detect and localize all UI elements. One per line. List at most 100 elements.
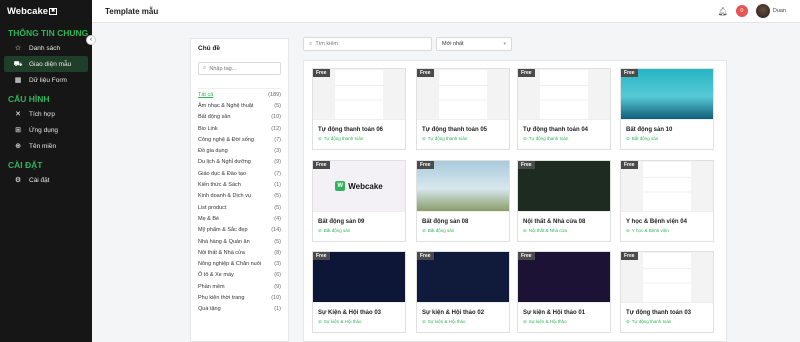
category-item[interactable]: Giáo dục & Đào tạo (7)	[198, 168, 281, 179]
collapse-sidebar-button[interactable]: ‹	[86, 35, 96, 45]
template-thumbnail[interactable]: Free	[417, 252, 509, 303]
template-card[interactable]: Free Y học & Bệnh viện 04 ⊘ Y học & Bệnh vi…	[620, 160, 714, 242]
template-thumbnail[interactable]: Free	[313, 252, 405, 303]
template-card[interactable]: Free Sự kiện & Hội thảo 01 ⊘ Sự kiện & Hội …	[517, 251, 611, 333]
sidebar-item-apps[interactable]: ⊞ Ứng dụng	[0, 122, 92, 138]
tag-search-input[interactable]	[209, 65, 281, 72]
template-search-input[interactable]	[315, 41, 416, 47]
template-tag[interactable]: ⊘ Bất động sản	[313, 225, 405, 234]
template-card[interactable]: Free Bất động sản 10 ⊘ Bất động sản	[620, 68, 714, 150]
notification-badge[interactable]: 0	[735, 5, 748, 17]
template-tag[interactable]: ⊘ Sự kiện & Hội thảo	[518, 316, 610, 325]
category-item[interactable]: Nông nghiệp & Chăn nuôi (3)	[198, 258, 281, 269]
category-item[interactable]: Nội thất & Nhà cửa (8)	[198, 247, 281, 258]
brand-logo[interactable]: Webcake ✖	[0, 0, 92, 22]
sidebar-item-globe[interactable]: ⊕ Tên miền	[0, 138, 92, 154]
template-tag[interactable]: ⊘ Y học & Bệnh viện	[621, 225, 713, 234]
tag-search-box[interactable]: ⌕	[198, 62, 281, 75]
user-menu[interactable]: Duan	[755, 4, 786, 18]
template-title: Tự động thanh toán 05	[422, 127, 488, 133]
sort-select[interactable]: Mới nhất ▾	[436, 37, 512, 51]
template-tag-label: Sự kiện & Hội thảo	[528, 319, 567, 324]
template-thumbnail[interactable]: Free	[313, 69, 405, 120]
category-item[interactable]: List product (5)	[198, 202, 281, 213]
template-thumbnail[interactable]: Free	[621, 252, 713, 303]
category-name: Tất cả	[198, 91, 214, 98]
template-tag[interactable]: ⊘ Tự động thanh toán	[313, 133, 405, 142]
template-thumbnail[interactable]: Free	[621, 161, 713, 212]
category-item[interactable]: Bất động sản (10)	[198, 112, 281, 123]
template-tag[interactable]: ⊘ Sự kiện & Hội thảo	[417, 316, 509, 325]
top-header: Template mẫu 🔔︎ 0 Duan	[92, 0, 800, 23]
free-badge: Free	[518, 252, 535, 260]
template-tag[interactable]: ⊘ Nội thất & Nhà cửa	[518, 225, 610, 234]
template-tag[interactable]: ⊘ Tự động thanh toán	[518, 133, 610, 142]
category-item[interactable]: Mỹ phẩm & Sắc đẹp (14)	[198, 225, 281, 236]
template-thumbnail[interactable]: Free	[518, 69, 610, 120]
category-count: (9)	[274, 283, 281, 290]
template-thumbnail[interactable]: Free	[417, 161, 509, 212]
category-count: (7)	[274, 170, 281, 177]
template-search-box[interactable]: ⌕	[303, 37, 432, 51]
category-name: Phần mềm	[198, 283, 225, 290]
template-preview-page	[643, 162, 691, 211]
template-card[interactable]: Free Bất động sản 08 ⊘ Bất động sản	[416, 160, 510, 242]
template-preview-page	[335, 70, 383, 119]
category-item[interactable]: Nhà hàng & Quán ăn (5)	[198, 236, 281, 247]
category-count: (1)	[274, 182, 281, 189]
template-card[interactable]: Free Tự động thanh toán 06 ⊘ Tự động thanh …	[312, 68, 406, 150]
template-tag[interactable]: ⊘ Sự kiện & Hội thảo	[313, 316, 405, 325]
template-card[interactable]: Free Nội thất & Nhà cửa 08 ⊘ Nội thất & Nhà…	[517, 160, 611, 242]
template-thumbnail[interactable]: W Webcake Free	[313, 161, 405, 212]
category-item[interactable]: Bio Link (12)	[198, 123, 281, 134]
template-card[interactable]: Free Tự động thanh toán 03 ⊘ Tự động thanh …	[620, 251, 714, 333]
tag-icon: ⊘	[318, 319, 322, 324]
template-tag[interactable]: ⊘ Tự động thanh toán	[621, 316, 713, 325]
category-item[interactable]: Du lịch & Nghỉ dưỡng (9)	[198, 157, 281, 168]
category-list: Tất cả (189) Âm nhạc & Nghệ thuật (5) Bất độ…	[198, 88, 281, 315]
template-card[interactable]: Free Sự Kiện & Hội thảo 03 ⊘ Sự kiện & Hội …	[312, 251, 406, 333]
category-item[interactable]: Âm nhạc & Nghệ thuật (5)	[198, 100, 281, 111]
template-card[interactable]: Free Tự động thanh toán 05 ⊘ Tự động thanh …	[416, 68, 510, 150]
category-item[interactable]: Đồ gia dụng (3)	[198, 145, 281, 156]
template-thumbnail[interactable]: Free	[417, 69, 509, 120]
category-item[interactable]: Mẹ & Bé (4)	[198, 213, 281, 224]
template-title: Nội thất & Nhà cửa 08	[523, 219, 586, 225]
sidebar-item-star[interactable]: ☆ Danh sách	[0, 40, 92, 56]
star-icon: ☆	[14, 45, 22, 52]
template-thumbnail[interactable]: Free	[518, 161, 610, 212]
category-item[interactable]: Kinh doanh & Dịch vụ (5)	[198, 191, 281, 202]
category-name: Phụ kiện thời trang	[198, 294, 245, 301]
category-item[interactable]: Phụ kiện thời trang (10)	[198, 292, 281, 303]
sidebar-item-tools[interactable]: ✕ Tích hợp	[0, 106, 92, 122]
template-card[interactable]: W Webcake Free Bất động sản 09 ⊘ Bất động sản	[312, 160, 406, 242]
sidebar-sections: THÔNG TIN CHUNG ☆ Danh sách ⛟ Giao diện mẫu ▦…	[0, 22, 92, 188]
user-name: Duan	[772, 8, 786, 14]
template-thumbnail[interactable]: Free	[518, 252, 610, 303]
template-tag[interactable]: ⊘ Tự động thanh toán	[417, 133, 509, 142]
template-preview-page	[540, 70, 588, 119]
template-card[interactable]: Free Tự động thanh toán 04 ⊘ Tự động thanh …	[517, 68, 611, 150]
category-item[interactable]: Quà tặng (1)	[198, 304, 281, 315]
category-item[interactable]: Phần mềm (9)	[198, 281, 281, 292]
category-item[interactable]: Kiến thức & Sách (1)	[198, 179, 281, 190]
free-badge: Free	[417, 69, 434, 77]
apps-icon: ⊞	[15, 127, 21, 134]
category-item[interactable]: Tất cả (189)	[198, 89, 281, 100]
sidebar-item-form[interactable]: ▦ Dữ liệu Form	[0, 72, 92, 88]
template-tag[interactable]: ⊘ Bất động sản	[621, 133, 713, 142]
template-card[interactable]: Free Sự kiện & Hội thảo 02 ⊘ Sự kiện & Hội …	[416, 251, 510, 333]
category-item[interactable]: Ô tô & Xe máy (6)	[198, 270, 281, 281]
template-thumbnail[interactable]: Free	[621, 69, 713, 120]
category-item[interactable]: Công nghệ & Đời sống (7)	[198, 134, 281, 145]
free-badge: Free	[313, 252, 330, 260]
tag-icon: ⊘	[626, 319, 630, 324]
bell-icon[interactable]: 🔔︎	[718, 7, 728, 16]
template-tag[interactable]: ⊘ Bất động sản	[417, 225, 509, 234]
category-name: Bio Link	[198, 125, 218, 132]
free-badge: Free	[417, 161, 434, 169]
sidebar-item-gear[interactable]: ⚙ Cài đặt	[0, 172, 92, 188]
category-count: (5)	[274, 102, 281, 109]
tools-icon: ✕	[15, 111, 21, 118]
sidebar-item-cart[interactable]: ⛟ Giao diện mẫu	[4, 56, 88, 72]
